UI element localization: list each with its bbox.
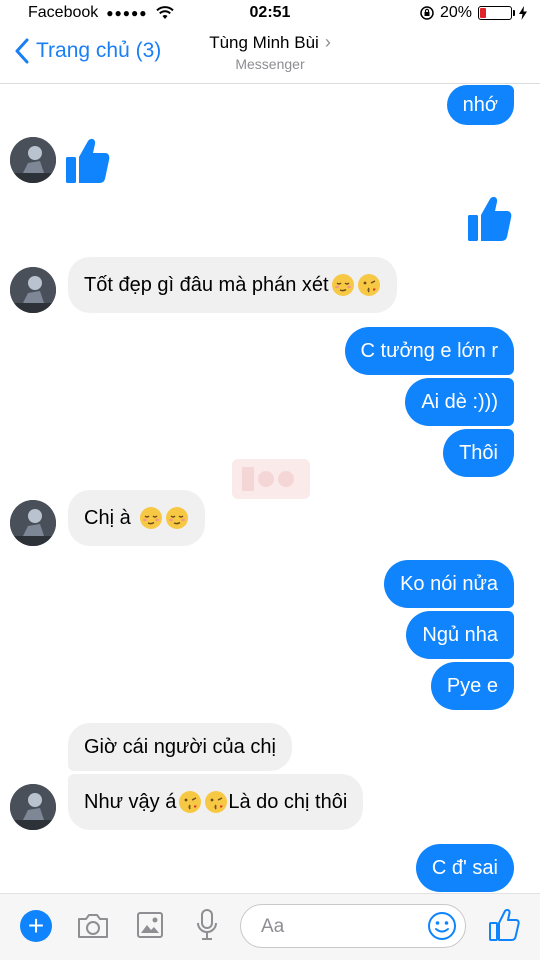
avatar[interactable] [10, 137, 56, 183]
status-right: 20% [420, 4, 528, 22]
message-bubble-incoming[interactable]: Tốt đẹp gì đâu mà phán xét [68, 257, 397, 313]
message-text: Như vậy á [84, 791, 177, 813]
like-button-icon[interactable] [488, 908, 520, 942]
orientation-lock-icon [420, 6, 434, 20]
battery-icon [478, 6, 515, 20]
message-text: Ai dè :))) [421, 391, 498, 413]
charging-icon [519, 6, 527, 20]
plus-icon[interactable]: + [20, 910, 52, 942]
message-text: Là do chị thôi [228, 791, 348, 813]
battery-percent: 20% [439, 4, 472, 21]
message-composer: + Aa [0, 893, 540, 960]
message-bubble-incoming[interactable]: Chị à [68, 490, 205, 546]
contact-name: Tùng Minh Bùi [209, 32, 319, 52]
avatar[interactable] [10, 267, 56, 313]
microphone-icon[interactable] [196, 908, 218, 942]
message-text: Tốt đẹp gì đâu mà phán xét [84, 274, 329, 296]
avatar[interactable] [10, 500, 56, 546]
kiss-emoji [205, 791, 228, 813]
watermark-logo [232, 459, 310, 499]
emoji-picker-icon[interactable] [427, 911, 457, 941]
app-subtitle: Messenger [235, 56, 305, 72]
message-bubble-outgoing[interactable]: Ko nói nửa [384, 560, 514, 608]
conversation-header: Trang chủ (3) Tùng Minh Bùi › Messenger [0, 28, 540, 84]
thumbs-up-icon[interactable] [66, 137, 110, 185]
message-text: Ko nói nửa [400, 573, 498, 595]
chevron-right-icon: › [324, 32, 331, 52]
camera-icon[interactable] [76, 912, 110, 940]
relieved-emoji [139, 507, 162, 529]
message-text: Pye e [446, 675, 498, 697]
message-bubble-outgoing[interactable]: Ai dè :))) [405, 378, 514, 426]
message-bubble-outgoing[interactable]: C đ' sai [415, 844, 514, 892]
relieved-emoji [165, 507, 188, 529]
image-icon[interactable] [136, 911, 164, 939]
avatar[interactable] [10, 784, 56, 830]
message-bubble-outgoing[interactable]: Thôi [443, 429, 514, 477]
message-bubble-incoming[interactable]: Như vậy á Là do chị thôi [68, 774, 364, 830]
message-text: Chị à [84, 507, 131, 529]
message-text: Thôi [459, 442, 498, 464]
message-bubble-outgoing[interactable]: Ngủ nha [406, 611, 514, 659]
message-text: C tưởng e lớn r [360, 340, 498, 362]
message-input-placeholder: Aa [261, 916, 285, 937]
message-text: Ngủ nha [422, 624, 498, 646]
message-input[interactable]: Aa [240, 904, 466, 948]
relieved-emoji [331, 274, 354, 296]
conversation-title-area[interactable]: Tùng Minh Bùi › Messenger [0, 32, 540, 72]
message-bubble-outgoing[interactable]: Pye e [430, 662, 514, 710]
kiss-emoji [179, 791, 202, 813]
thumbs-up-icon[interactable] [468, 195, 512, 243]
message-text: Giờ cái người của chị [84, 736, 276, 758]
message-list[interactable]: nhớ Tốt đẹp gì đâu mà phán xét C tưởng e… [0, 85, 540, 893]
message-bubble-outgoing[interactable]: C tưởng e lớn r [344, 327, 514, 375]
message-bubble-outgoing[interactable]: nhớ [446, 85, 514, 125]
message-text: nhớ [462, 94, 498, 116]
status-bar: Facebook ●●●●● 02:51 20% [0, 0, 540, 28]
kiss-emoji [357, 274, 380, 296]
message-bubble-incoming[interactable]: Giờ cái người của chị [68, 723, 292, 771]
message-text: C đ' sai [431, 857, 498, 879]
